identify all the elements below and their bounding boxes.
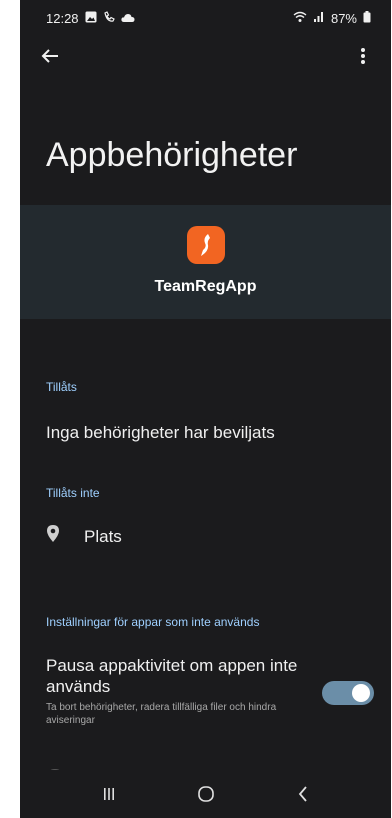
home-icon[interactable] [186,774,226,814]
allowed-section-label: Tillåts [46,380,77,394]
cloud-icon [120,11,135,26]
back-icon[interactable] [283,774,323,814]
permission-item-label: Plats [84,526,122,546]
pause-setting-title: Pausa appaktivitet om appen inte används [46,656,298,696]
status-time: 12:28 [46,10,79,26]
battery-icon [363,10,371,26]
app-icon [186,226,225,264]
not-allowed-section-label: Tillåts inte [46,486,100,500]
gallery-icon [85,11,97,26]
location-pin-icon [46,525,60,548]
page-title: Appbehörigheter [46,136,298,174]
wifi-icon [293,11,307,26]
app-name: TeamRegApp [154,278,257,295]
unused-apps-section-label: Inställningar för appar som inte används [46,615,260,629]
back-arrow-icon[interactable] [36,42,64,70]
allowed-empty-text: Inga behörigheter har beviljats [46,423,275,442]
permission-item-location[interactable]: Plats [46,525,122,548]
status-bar: 12:28 87% [20,0,391,36]
battery-text: 87% [330,10,357,26]
pause-app-activity-setting[interactable]: Pausa appaktivitet om appen inte används… [46,655,316,727]
toggle-knob [352,684,370,702]
more-vert-icon[interactable] [349,42,377,70]
phone-icon [103,10,115,26]
top-app-bar [20,36,391,76]
signal-icon [313,11,325,26]
recents-icon[interactable] [89,774,129,814]
system-nav-bar [20,770,391,818]
pause-setting-subtitle: Ta bort behörigheter, radera tillfälliga… [46,702,277,726]
app-header: TeamRegApp [20,205,391,319]
pause-toggle-switch[interactable] [322,681,374,705]
phone-screen: 12:28 87% Appbehörigheter TeamRegApp Til… [20,0,391,818]
